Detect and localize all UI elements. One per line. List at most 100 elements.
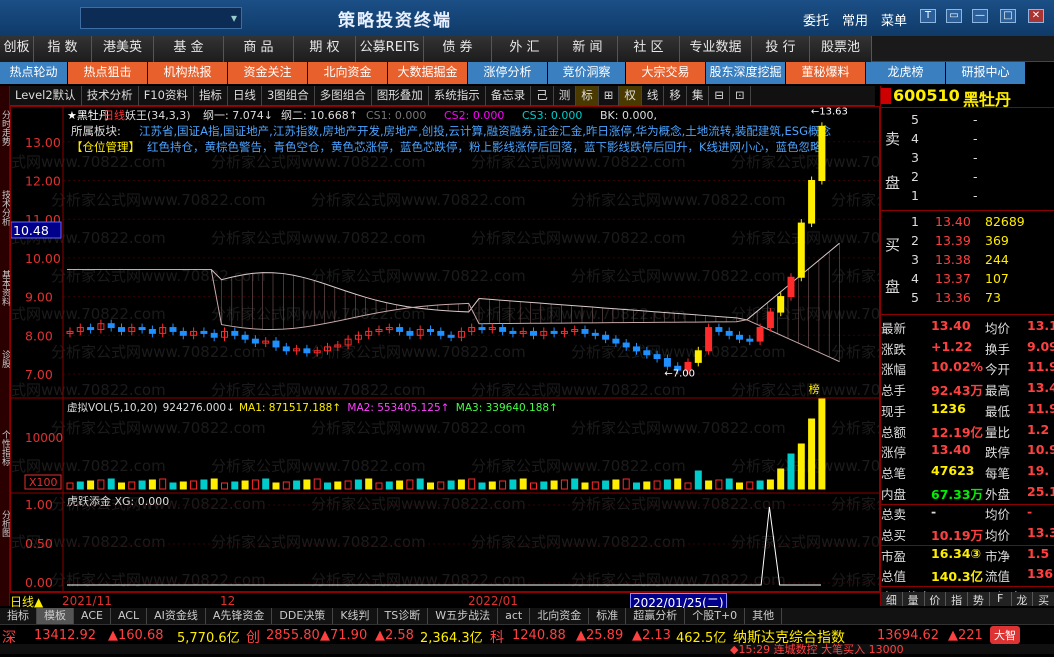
feature-tab[interactable]: 董秘爆料 <box>786 62 866 84</box>
indicator-tab[interactable]: 超赢分析 <box>626 608 686 624</box>
indicator-tab[interactable]: AI资金线 <box>147 608 206 624</box>
toolbar-button[interactable]: 图形叠加 <box>372 86 429 106</box>
menu-link-menu[interactable]: 菜单 <box>881 10 907 29</box>
toolbar-button[interactable]: 多图组合 <box>315 86 372 106</box>
index-change: ▲71.90 <box>320 628 368 643</box>
toolbar-button[interactable]: 测 <box>554 86 577 106</box>
quote-tab[interactable]: 价 <box>925 592 947 607</box>
indicator-tab[interactable]: 标准 <box>589 608 627 624</box>
indicator-tab[interactable]: 模板 <box>37 608 74 624</box>
indicator-tab[interactable]: ACE <box>74 608 111 624</box>
stock-name[interactable]: 黑牡丹 <box>963 86 1011 110</box>
toolbar-button[interactable]: 备忘录 <box>486 86 532 106</box>
toolbar-button[interactable]: 系统指示 <box>429 86 486 106</box>
news-ticker[interactable]: ◆15:29 连城数控 大笔买入 13000 <box>0 643 1054 656</box>
menu-item[interactable]: 指 数 <box>34 36 92 62</box>
quote-tab[interactable]: 龙 <box>1012 592 1034 607</box>
volume-bar <box>354 479 362 490</box>
close-icon[interactable]: ✕ <box>1028 9 1044 23</box>
quote-tab[interactable]: 势 <box>968 592 990 607</box>
toolbar-button[interactable]: 移 <box>664 86 687 106</box>
side-tab[interactable]: 个性指标 <box>0 430 10 466</box>
feature-tab[interactable]: 热点狙击 <box>68 62 148 84</box>
menu-item[interactable]: 港美英 <box>92 36 154 62</box>
indicator-tab[interactable]: A先锋资金 <box>206 608 273 624</box>
menu-item[interactable]: 股票池 <box>810 36 872 62</box>
menu-link-common[interactable]: 常用 <box>842 10 868 29</box>
indicator-tab[interactable]: 个股T+0 <box>685 608 746 624</box>
toolbar-button[interactable]: 己 <box>531 86 554 106</box>
indicator-tab[interactable]: W五步战法 <box>428 608 499 624</box>
menu-item[interactable]: 公募REITs <box>356 36 424 62</box>
watermark-text: 分析家公式网www.70822.com <box>311 571 526 589</box>
toolbar-button[interactable]: ⊟ <box>709 86 731 106</box>
feature-tab[interactable]: 机构热报 <box>148 62 228 84</box>
feature-tab[interactable]: 研报中心 <box>946 62 1026 84</box>
feature-tab[interactable]: 大宗交易 <box>626 62 706 84</box>
side-tab[interactable]: 诊股 <box>0 350 10 368</box>
toolbar-button[interactable]: 线 <box>642 86 665 106</box>
search-input[interactable]: ▾ <box>80 7 242 29</box>
toolbar-button[interactable]: Level2默认 <box>10 86 82 106</box>
indicator-tab[interactable]: act <box>498 608 531 624</box>
toolbar-button[interactable]: 权 <box>619 86 642 106</box>
candle <box>633 346 640 352</box>
indicator-tab[interactable]: TS诊断 <box>378 608 429 624</box>
menu-item[interactable]: 商 品 <box>224 36 294 62</box>
menu-item[interactable]: 投 行 <box>752 36 810 62</box>
side-tab[interactable]: 分时走势 <box>0 110 10 146</box>
menu-item[interactable]: 专业数据 <box>680 36 752 62</box>
indicator-tab[interactable]: K线判 <box>333 608 378 624</box>
quote-tab[interactable]: 指 <box>946 592 968 607</box>
quote-tab[interactable]: 买 <box>1033 592 1054 607</box>
volume-bar <box>169 482 177 490</box>
restore-icon[interactable]: ▭ <box>946 9 962 23</box>
menu-item[interactable]: 债 券 <box>424 36 492 62</box>
feature-tab[interactable]: 资金关注 <box>228 62 308 84</box>
toolbar-button[interactable]: 指标 <box>194 86 228 106</box>
quote-tab[interactable]: 量 <box>903 592 925 607</box>
dropdown-arrow-icon[interactable]: ▾ <box>231 11 237 25</box>
indicator-tab[interactable]: ACL <box>111 608 148 624</box>
side-tab[interactable]: 基本资料 <box>0 270 10 306</box>
indicator-tab[interactable]: 北向资金 <box>530 608 590 624</box>
side-tab[interactable]: 分析图 <box>0 510 10 537</box>
feature-tab[interactable]: 北向资金 <box>308 62 388 84</box>
bid-price: 13.36 <box>935 290 971 305</box>
menu-item[interactable]: 外 汇 <box>492 36 558 62</box>
maximize-icon[interactable]: □ <box>1000 9 1016 23</box>
menu-link-entrust[interactable]: 委托 <box>803 10 829 29</box>
indicator-tab[interactable]: DDE决策 <box>272 608 334 624</box>
toolbar-button[interactable]: 日线 <box>228 86 262 106</box>
feature-tab[interactable]: 热点轮动 <box>0 62 68 84</box>
feature-tab[interactable]: 涨停分析 <box>468 62 548 84</box>
toolbar-button[interactable]: ⊡ <box>730 86 751 106</box>
menu-item[interactable]: 社 区 <box>618 36 680 62</box>
indicator-tab[interactable]: 指标 <box>0 608 37 624</box>
toolbar-button[interactable]: F10资料 <box>139 86 194 106</box>
toolbar-button[interactable]: 3图组合 <box>262 86 315 106</box>
feature-tab[interactable]: 龙虎榜 <box>866 62 946 84</box>
candle <box>231 330 239 336</box>
toolbar-button[interactable]: ⊞ <box>599 86 620 106</box>
toolbar-button[interactable]: 集 <box>687 86 710 106</box>
toolbar-button[interactable]: 技术分析 <box>82 86 139 106</box>
toolbar-button[interactable]: 标 <box>576 86 599 106</box>
feature-tab[interactable]: 股东深度挖掘 <box>706 62 786 84</box>
feature-tab[interactable]: 竞价洞察 <box>548 62 626 84</box>
menu-item[interactable]: 新 闻 <box>558 36 618 62</box>
feature-tab[interactable]: 大数据掘金 <box>388 62 468 84</box>
quote-tab[interactable]: F <box>990 592 1012 606</box>
menu-item[interactable]: 基 金 <box>154 36 224 62</box>
volume-bar <box>159 478 167 490</box>
stock-code[interactable]: 600510 <box>893 86 960 105</box>
quote-tab[interactable]: 细 <box>881 592 903 607</box>
t-icon[interactable]: T <box>920 9 936 23</box>
indicator-tab[interactable]: 其他 <box>745 608 783 624</box>
menu-item[interactable]: 期 权 <box>294 36 356 62</box>
minimize-icon[interactable]: — <box>972 9 988 23</box>
side-tab[interactable]: 技术分析 <box>0 190 10 226</box>
menu-item[interactable]: 创板 <box>0 36 34 62</box>
indicator-header: CS3: 0.000 <box>522 109 582 122</box>
kline-chart-area[interactable]: 分析家公式网www.70822.com 分析家公式网www.70822.com 分析… <box>10 106 880 592</box>
